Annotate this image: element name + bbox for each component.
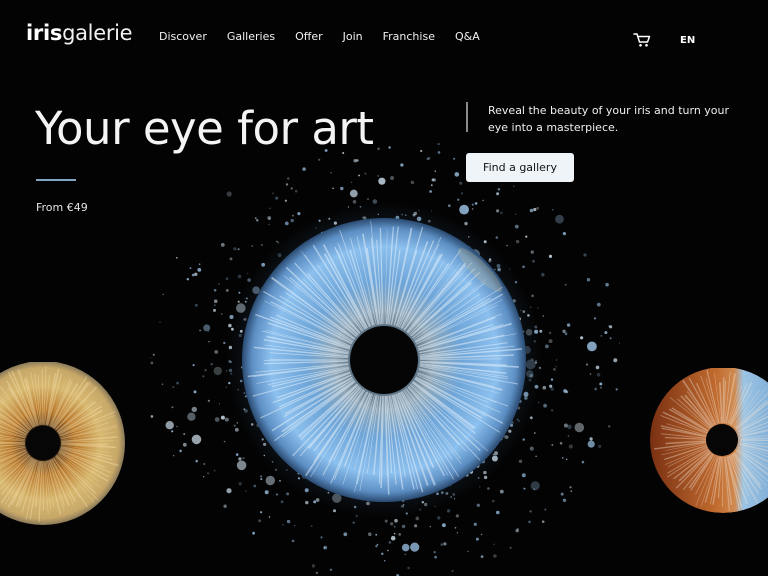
- language-switcher[interactable]: EN: [680, 35, 695, 46]
- nav-item-discover[interactable]: Discover: [159, 30, 207, 44]
- nav-item-offer[interactable]: Offer: [295, 30, 323, 44]
- nav-item-qa[interactable]: Q&A: [455, 30, 480, 44]
- logo[interactable]: irisgalerie: [26, 21, 133, 45]
- headline-underline: [36, 179, 76, 181]
- shopping-cart-icon[interactable]: [633, 32, 651, 48]
- nav-item-franchise[interactable]: Franchise: [383, 30, 435, 44]
- main-iris-artwork: [150, 140, 620, 576]
- price-text: From €49: [36, 201, 88, 214]
- main-nav: Discover Galleries Offer Join Franchise …: [159, 30, 480, 44]
- logo-light-text: galerie: [62, 21, 133, 45]
- right-iris-artwork: [650, 368, 768, 513]
- site-header: irisgalerie Discover Galleries Offer Joi…: [0, 0, 768, 76]
- nav-item-galleries[interactable]: Galleries: [227, 30, 275, 44]
- hero-headline: Your eye for art: [35, 102, 374, 155]
- left-iris-artwork: [0, 362, 125, 525]
- nav-item-join[interactable]: Join: [343, 30, 363, 44]
- tagline-divider: [466, 102, 468, 132]
- hero-tagline: Reveal the beauty of your iris and turn …: [488, 104, 730, 134]
- logo-bold-text: iris: [26, 21, 63, 45]
- find-gallery-button[interactable]: Find a gallery: [466, 153, 574, 182]
- page: irisgalerie Discover Galleries Offer Joi…: [0, 0, 768, 576]
